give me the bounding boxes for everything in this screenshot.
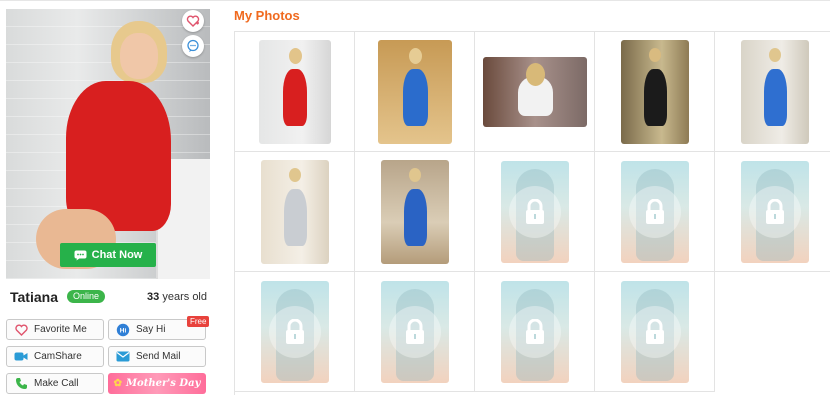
- say-hi-icon: Hi: [116, 323, 130, 337]
- make-call-label: Make Call: [34, 378, 79, 389]
- lock-icon: [646, 199, 664, 224]
- locked-photo-thumbnail[interactable]: [621, 161, 689, 263]
- chat-bubble-icon: [187, 39, 199, 52]
- favorite-me-label: Favorite Me: [34, 324, 87, 335]
- photo-face: [120, 33, 158, 79]
- heart-icon: [14, 323, 28, 337]
- chat-now-button[interactable]: Chat Now: [60, 243, 156, 267]
- locked-photo-thumbnail[interactable]: [501, 281, 569, 383]
- photo-figure: [764, 69, 787, 126]
- heart-plus-icon: [186, 15, 200, 27]
- photo-figure: [403, 69, 428, 126]
- free-badge: Free: [187, 316, 210, 327]
- online-status-badge: Online: [67, 290, 106, 303]
- profile-name: Tatiana: [10, 289, 58, 305]
- photo-figure: [404, 189, 427, 246]
- photo-head: [289, 168, 301, 182]
- photo-cell: [595, 272, 715, 392]
- profile-age: 33 years old: [147, 291, 207, 303]
- video-camera-icon: [14, 350, 28, 364]
- chat-now-label: Chat Now: [91, 249, 143, 261]
- photo-thumbnail[interactable]: [741, 40, 809, 144]
- lock-icon: [526, 199, 544, 224]
- lock-icon: [286, 319, 304, 344]
- add-favorite-button[interactable]: [182, 10, 204, 32]
- my-photos-title: My Photos: [234, 8, 300, 23]
- send-message-button[interactable]: [182, 35, 204, 57]
- photo-head: [409, 168, 421, 182]
- photo-thumbnail[interactable]: [381, 160, 449, 264]
- send-mail-label: Send Mail: [136, 351, 181, 362]
- photo-figure: [283, 69, 307, 126]
- photo-head: [649, 48, 661, 62]
- photo-cell: [235, 272, 355, 392]
- locked-photo-thumbnail[interactable]: [501, 161, 569, 263]
- photo-grid: [234, 31, 830, 395]
- send-mail-button[interactable]: Send Mail: [108, 346, 206, 367]
- locked-photo-thumbnail[interactable]: [381, 281, 449, 383]
- photo-head: [409, 48, 422, 64]
- photo-thumbnail[interactable]: [483, 57, 587, 127]
- profile-photo[interactable]: [6, 9, 210, 279]
- top-divider: [0, 0, 830, 1]
- camshare-label: CamShare: [34, 351, 82, 362]
- photo-head: [289, 48, 302, 64]
- photo-cell: [475, 272, 595, 392]
- age-suffix: years old: [162, 291, 207, 303]
- photo-thumbnail[interactable]: [261, 160, 329, 264]
- locked-photo-thumbnail[interactable]: [261, 281, 329, 383]
- flower-icon: ✿: [113, 378, 122, 389]
- photo-thumbnail[interactable]: [621, 40, 689, 144]
- photo-cell: [475, 152, 595, 272]
- photo-cell: [355, 32, 475, 152]
- lock-icon: [766, 199, 784, 224]
- photo-thumbnail[interactable]: [259, 40, 331, 144]
- photo-thumbnail[interactable]: [378, 40, 452, 144]
- camshare-button[interactable]: CamShare: [6, 346, 104, 367]
- photo-head: [526, 63, 545, 86]
- make-call-button[interactable]: Make Call: [6, 373, 104, 394]
- photo-cell: [235, 32, 355, 152]
- photo-cell: [715, 152, 830, 272]
- mothers-day-button[interactable]: ✿ Mother's Day: [108, 373, 206, 394]
- photo-cell: [595, 32, 715, 152]
- locked-photo-thumbnail[interactable]: [741, 161, 809, 263]
- locked-photo-thumbnail[interactable]: [621, 281, 689, 383]
- photo-figure: [644, 69, 667, 126]
- lock-icon: [406, 319, 424, 344]
- photo-figure: [284, 189, 307, 246]
- envelope-icon: [116, 350, 130, 364]
- photo-cell: [355, 272, 475, 392]
- photo-cell: [475, 32, 595, 152]
- photo-cell: [715, 32, 830, 152]
- age-number: 33: [147, 291, 160, 303]
- photo-head: [769, 48, 781, 62]
- phone-icon: [14, 377, 28, 391]
- lock-icon: [526, 319, 544, 344]
- chat-icon: [74, 250, 87, 260]
- favorite-me-button[interactable]: Favorite Me: [6, 319, 104, 340]
- photo-cell: [595, 152, 715, 272]
- svg-text:Hi: Hi: [120, 327, 127, 334]
- photo-cell: [235, 152, 355, 272]
- mothers-day-label: Mother's Day: [125, 378, 201, 389]
- lock-icon: [646, 319, 664, 344]
- say-hi-label: Say Hi: [136, 324, 166, 335]
- photo-cell: [355, 152, 475, 272]
